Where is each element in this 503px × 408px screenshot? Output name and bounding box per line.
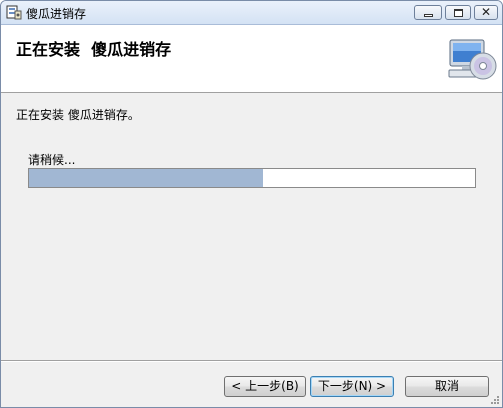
cancel-button[interactable]: 取消 xyxy=(405,376,489,397)
footer-separator xyxy=(1,360,502,362)
back-button[interactable]: < 上一步(B) xyxy=(224,376,306,397)
status-message: 正在安装 傻瓜进销存。 xyxy=(16,108,140,122)
installer-window: 傻瓜进销存 ✕ 正在安装 傻瓜进销存 正在安装 傻瓜进销存。 请稍候... < … xyxy=(0,0,503,408)
close-button[interactable]: ✕ xyxy=(474,5,498,20)
close-icon: ✕ xyxy=(480,5,492,19)
content-area: 正在安装 傻瓜进销存。 请稍候... xyxy=(1,93,502,360)
maximize-button[interactable] xyxy=(445,5,471,20)
window-title: 傻瓜进销存 xyxy=(26,7,87,21)
wait-label: 请稍候... xyxy=(28,153,76,167)
header-banner: 正在安装 傻瓜进销存 xyxy=(1,25,502,93)
progress-bar xyxy=(28,168,476,188)
progress-bar-fill xyxy=(29,169,264,187)
resize-grip-icon[interactable] xyxy=(490,395,500,405)
next-button[interactable]: 下一步(N) > xyxy=(310,376,394,397)
banner-title: 正在安装 傻瓜进销存 xyxy=(16,40,172,59)
title-bar[interactable]: 傻瓜进销存 ✕ xyxy=(1,1,502,25)
minimize-button[interactable] xyxy=(414,5,442,20)
computer-cd-icon xyxy=(448,39,497,80)
installer-app-icon xyxy=(6,5,22,20)
